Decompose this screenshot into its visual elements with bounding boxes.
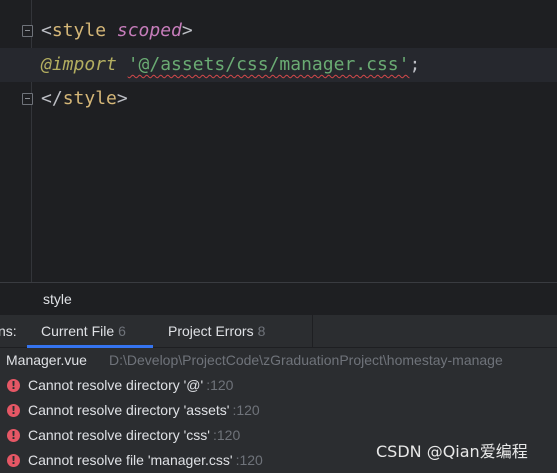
problems-title-fragment: ns:	[0, 323, 17, 339]
file-path: D:\Develop\ProjectCode\zGraduationProjec…	[109, 352, 503, 368]
error-message: Cannot resolve directory 'assets'	[28, 402, 230, 418]
error-message: Cannot resolve directory 'css'	[28, 427, 210, 443]
import-keyword: @import	[41, 54, 117, 75]
fold-end-icon[interactable]	[22, 93, 33, 105]
tab-label: Current File	[41, 323, 115, 339]
error-icon: !	[7, 404, 20, 417]
tag-open-bracket: </	[41, 88, 63, 109]
fold-collapse-icon[interactable]	[22, 25, 33, 37]
code-editor[interactable]: <style scoped> @import '@/assets/css/man…	[0, 0, 557, 282]
error-location: :120	[212, 427, 241, 443]
file-name: Manager.vue	[6, 352, 87, 368]
tab-count: 8	[257, 323, 266, 339]
breadcrumb: style	[0, 282, 557, 314]
tag-open-bracket: <	[41, 20, 52, 41]
tag-name: style	[51, 20, 107, 41]
problem-file-row[interactable]: Manager.vue D:\Develop\ProjectCode\zGrad…	[0, 348, 557, 373]
code-line-1[interactable]: <style scoped>	[41, 14, 193, 48]
code-line-3[interactable]: </style>	[41, 82, 128, 116]
error-location: :120	[235, 452, 263, 468]
error-icon: !	[7, 379, 20, 392]
problem-row[interactable]: ! Cannot resolve directory '@':120	[0, 373, 557, 398]
problem-row[interactable]: ! Cannot resolve directory 'assets':120	[0, 398, 557, 423]
tag-attribute: scoped	[116, 20, 182, 41]
breadcrumb-item-style[interactable]: style	[43, 291, 72, 307]
import-path-string[interactable]: '@/assets/css/manager.css'	[128, 54, 410, 75]
tab-current-file[interactable]: Current File 6	[27, 315, 153, 348]
error-message: Cannot resolve directory '@'	[28, 377, 204, 393]
error-icon: !	[7, 429, 20, 442]
tag-name: style	[62, 88, 117, 109]
indent-guide	[31, 0, 32, 282]
error-location: :120	[232, 402, 260, 418]
watermark: CSDN @Qian爱编程	[376, 442, 528, 461]
problems-tab-bar: ns: Current File 6 Project Errors 8	[0, 314, 557, 348]
error-location: :120	[206, 377, 234, 393]
tag-close-bracket: >	[181, 20, 193, 41]
tab-project-errors[interactable]: Project Errors 8	[154, 315, 312, 348]
tab-label: Project Errors	[168, 323, 254, 339]
tab-count: 6	[118, 323, 126, 339]
tag-close-bracket: >	[116, 88, 128, 109]
semicolon: ;	[409, 54, 421, 75]
error-message: Cannot resolve file 'manager.css'	[28, 452, 233, 468]
tab-divider	[312, 315, 313, 348]
error-icon: !	[7, 454, 20, 467]
code-line-2[interactable]: @import '@/assets/css/manager.css';	[0, 48, 557, 82]
